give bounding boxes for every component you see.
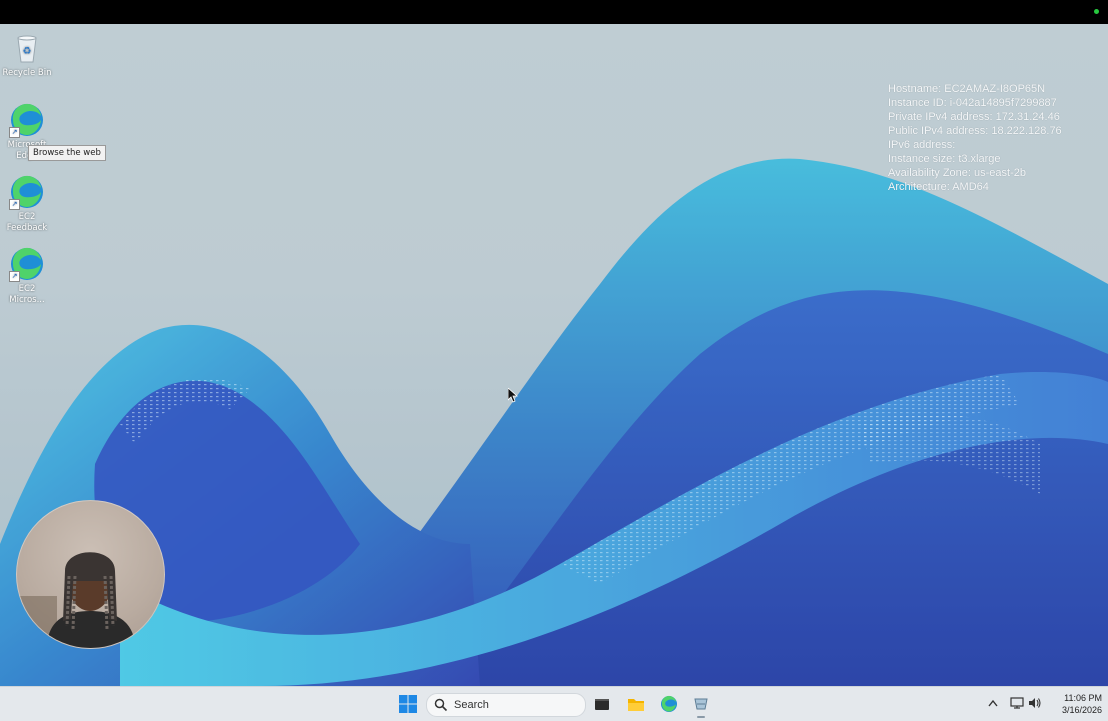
instance-size-text: Instance size: t3.xlarge [888, 153, 1001, 165]
search-label: Search [454, 699, 489, 711]
recording-indicator [1094, 9, 1099, 14]
desktop-icon-label: Micros... [9, 295, 45, 305]
network-icon[interactable] [1010, 697, 1024, 709]
desktop-icon-label: Feedback [6, 223, 48, 233]
volume-icon[interactable] [1028, 697, 1042, 709]
edge-icon: ↗ [9, 102, 45, 138]
public-ipv4-text: Public IPv4 address: 18.222.128.76 [888, 125, 1062, 137]
taskbar-search-box[interactable]: Search [426, 693, 586, 717]
terminal-icon [595, 699, 609, 710]
desktop-icon-label: EC2 [18, 284, 36, 294]
desktop-icon-label: Recycle Bin [2, 68, 52, 78]
mouse-cursor-icon [508, 388, 518, 403]
ipv6-text: IPv6 address: [888, 139, 956, 151]
desktop-icon-recycle-bin[interactable]: ♻ Recycle Bin [0, 30, 54, 79]
instance-id-text: Instance ID: i-042a14895f7299887 [888, 97, 1057, 109]
taskbar: Search 11:06 PM 3/16/2026 [0, 686, 1108, 721]
desktop-icon-label: EC2 [18, 212, 36, 222]
system-info-overlay: Hostname: EC2AMAZ-I8OP65N Instance ID: i… [888, 82, 1062, 194]
windows-start-icon [399, 695, 417, 713]
taskbar-network-drive-button[interactable] [689, 693, 713, 718]
taskbar-clock[interactable]: 11:06 PM 3/16/2026 [1046, 692, 1102, 716]
desktop-icon-ec2-microsoft[interactable]: ↗ EC2 Micros... [0, 246, 54, 306]
clock-date: 3/16/2026 [1061, 705, 1102, 715]
shortcut-arrow-icon: ↗ [9, 271, 20, 282]
running-indicator [697, 716, 705, 718]
edge-icon [661, 695, 677, 712]
desktop-icon-ec2-feedback[interactable]: ↗ EC2 Feedback [0, 174, 54, 234]
edge-icon: ↗ [9, 174, 45, 210]
tooltip: Browse the web [28, 145, 106, 161]
clock-time: 11:06 PM [1064, 693, 1102, 703]
taskbar-terminal-button[interactable] [590, 693, 614, 715]
top-black-bar [0, 0, 1108, 24]
shortcut-arrow-icon: ↗ [9, 199, 20, 210]
availability-zone-text: Availability Zone: us-east-2b [888, 167, 1026, 179]
start-button[interactable] [396, 693, 420, 715]
edge-icon: ↗ [9, 246, 45, 282]
file-explorer-icon [628, 699, 644, 711]
webcam-overlay [16, 500, 165, 649]
taskbar-file-explorer-button[interactable] [624, 693, 648, 715]
network-drive-icon [694, 698, 708, 710]
hostname-text: Hostname: EC2AMAZ-I8OP65N [888, 83, 1046, 95]
svg-text:♻: ♻ [23, 46, 32, 57]
architecture-text: Architecture: AMD64 [888, 181, 989, 193]
chevron-up-icon[interactable] [988, 699, 998, 707]
person-avatar-icon [17, 552, 135, 648]
recycle-bin-icon: ♻ [9, 30, 45, 66]
private-ipv4-text: Private IPv4 address: 172.31.24.46 [888, 111, 1060, 123]
shortcut-arrow-icon: ↗ [9, 127, 20, 138]
desktop[interactable]: ♻ Recycle Bin ↗ Microsoft Edge Browse th… [0, 24, 1108, 686]
search-icon [434, 698, 448, 712]
taskbar-edge-button[interactable] [657, 693, 681, 715]
